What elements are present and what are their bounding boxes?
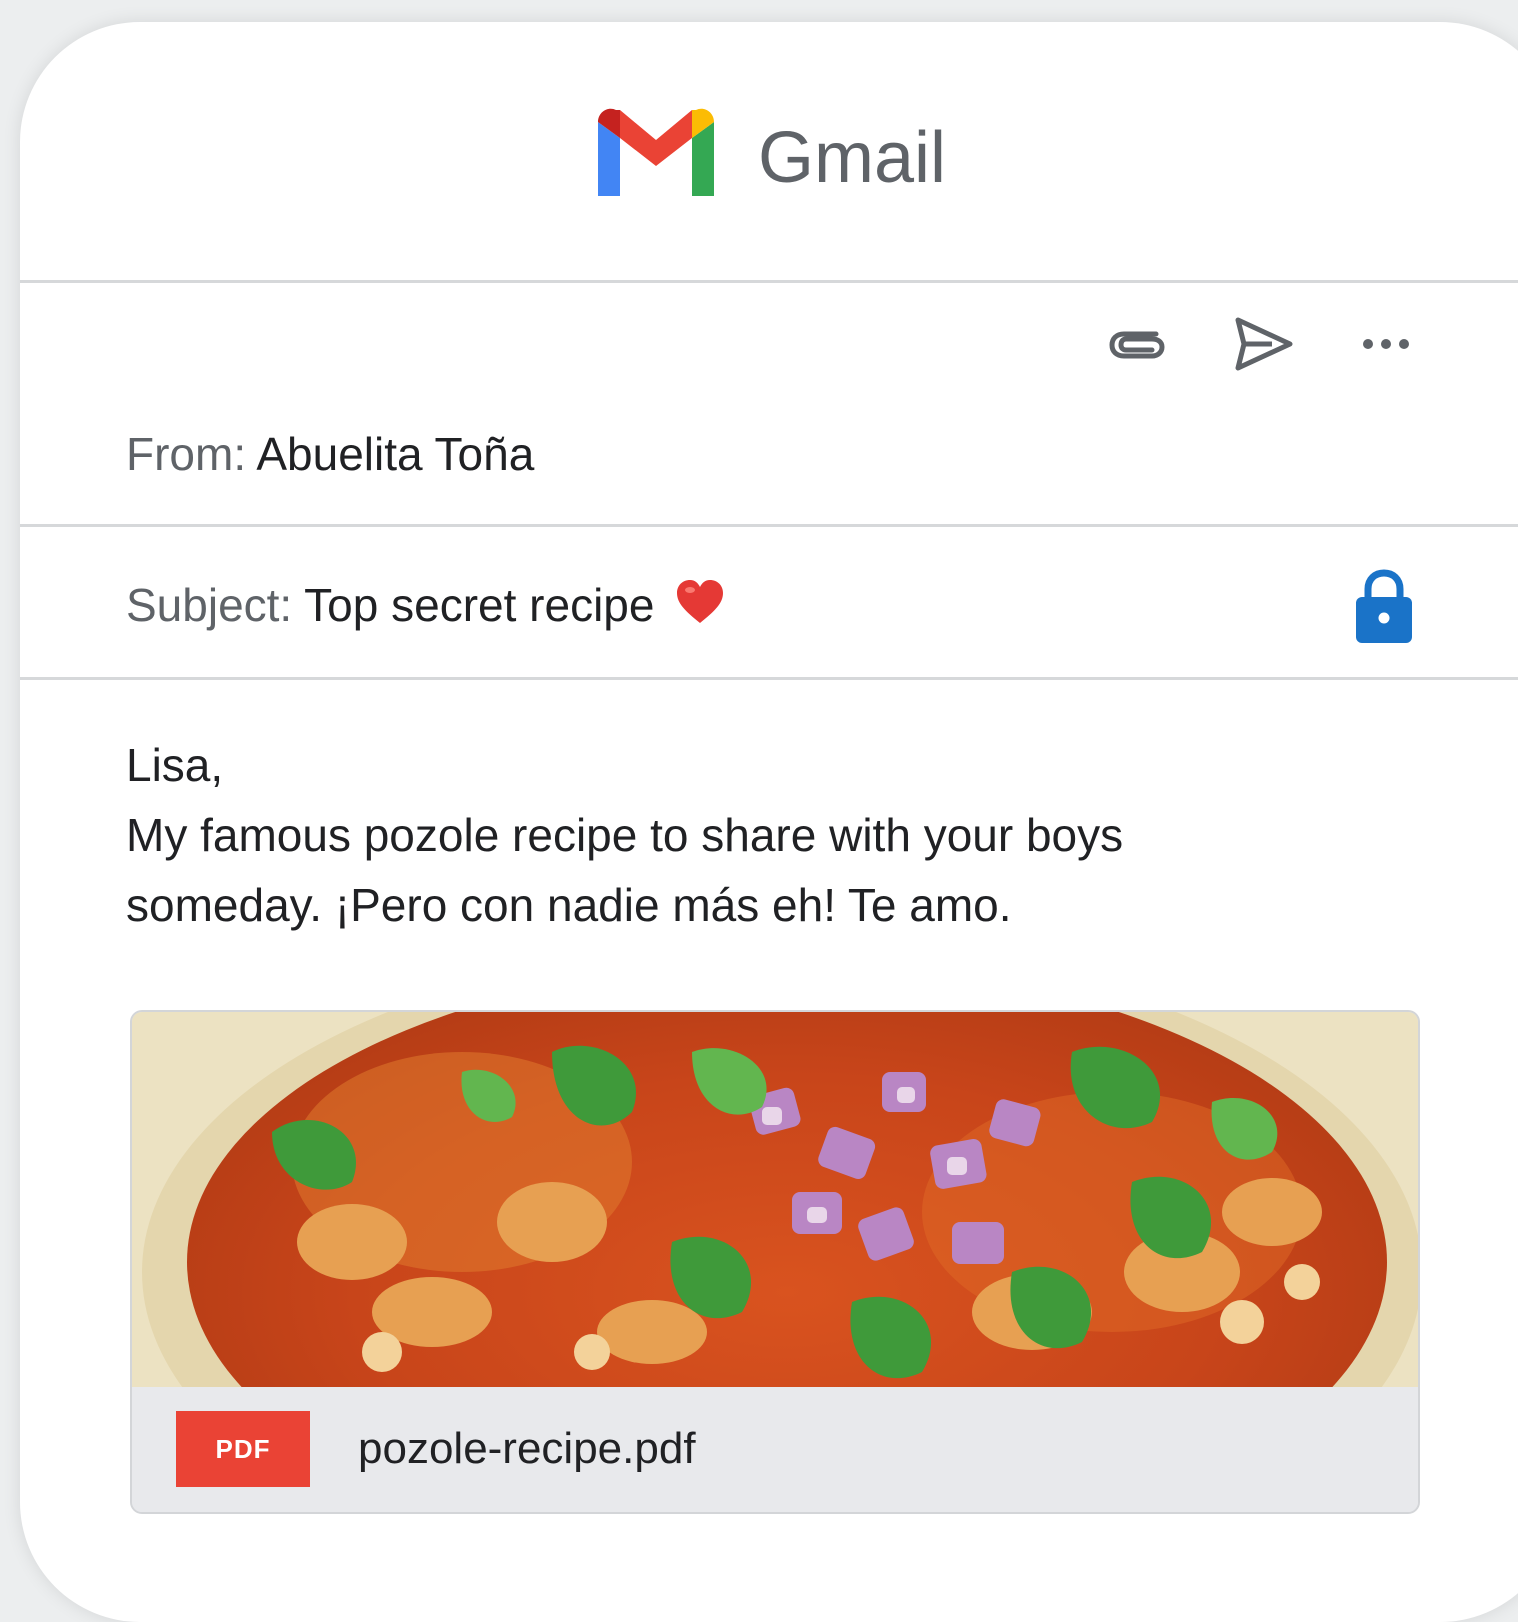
attachment-card[interactable]: PDF pozole-recipe.pdf bbox=[130, 1010, 1420, 1514]
from-field: From: Abuelita Toña bbox=[126, 426, 534, 482]
sender-name: Abuelita Toña bbox=[256, 428, 535, 480]
gmail-logo-icon bbox=[598, 108, 714, 196]
app-header: Gmail bbox=[20, 22, 1518, 283]
email-card: Gmail From: Abuelita Toña Subject: Top s… bbox=[20, 22, 1518, 1622]
attachment-preview-image bbox=[132, 1012, 1418, 1387]
from-row: From: Abuelita Toña bbox=[20, 402, 1518, 527]
heart-icon bbox=[677, 579, 724, 623]
email-body: Lisa, My famous pozole recipe to share w… bbox=[126, 730, 1276, 940]
subject-label: Subject: bbox=[126, 579, 293, 631]
subject-text: Top secret recipe bbox=[304, 579, 655, 631]
subject-row: Subject: Top secret recipe bbox=[20, 527, 1518, 680]
body-line-greeting: Lisa, bbox=[126, 739, 224, 791]
app-title: Gmail bbox=[758, 118, 947, 198]
body-line: My famous pozole recipe to share with yo… bbox=[126, 809, 1124, 861]
attachment-file-name[interactable]: pozole-recipe.pdf bbox=[358, 1419, 696, 1479]
paperclip-icon[interactable] bbox=[1106, 314, 1170, 374]
lock-icon bbox=[1356, 569, 1412, 643]
subject-field: Subject: Top secret recipe bbox=[126, 577, 725, 633]
from-label: From: bbox=[126, 428, 247, 480]
pdf-file-badge: PDF bbox=[176, 1411, 310, 1487]
more-horizontal-icon[interactable] bbox=[1354, 314, 1418, 374]
send-icon[interactable] bbox=[1232, 314, 1296, 374]
body-line: someday. ¡Pero con nadie más eh! Te amo. bbox=[126, 879, 1012, 931]
attachment-footer: PDF pozole-recipe.pdf bbox=[132, 1387, 1418, 1512]
